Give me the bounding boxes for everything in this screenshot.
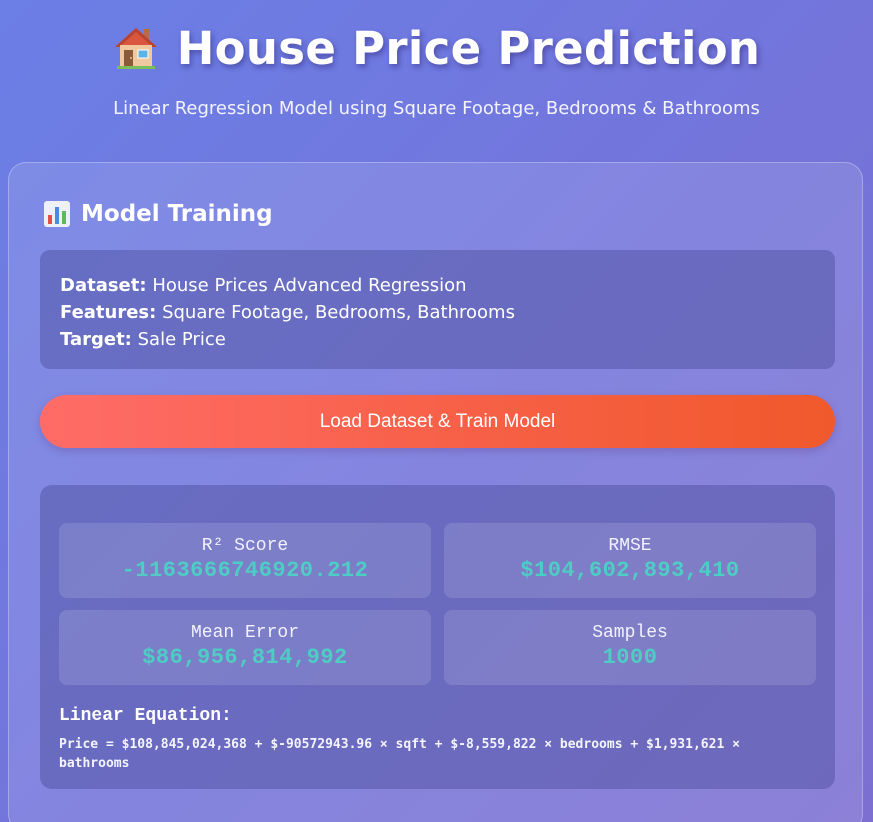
equation-title: Linear Equation: <box>59 706 232 726</box>
metric-value: 1000 <box>602 645 658 670</box>
target-line: Target: Sale Price <box>60 326 815 353</box>
title-row: House Price Prediction <box>0 18 873 78</box>
metric-card-mean-error: Mean Error $86,956,814,992 <box>59 610 431 685</box>
model-training-panel: Model Training Dataset: House Prices Adv… <box>8 162 863 822</box>
target-label: Target: <box>60 329 132 350</box>
page-header: House Price Prediction Linear Regression… <box>0 0 873 120</box>
bar-chart-icon <box>43 200 71 228</box>
target-value: Sale Price <box>137 329 226 350</box>
train-model-button[interactable]: Load Dataset & Train Model <box>40 395 835 448</box>
metric-value: -1163666746920.212 <box>121 558 369 583</box>
dataset-info-box: Dataset: House Prices Advanced Regressio… <box>40 250 835 369</box>
section-title-row: Model Training <box>43 200 273 228</box>
features-value: Square Footage, Bedrooms, Bathrooms <box>162 302 515 323</box>
metric-card-r2: R² Score -1163666746920.212 <box>59 523 431 598</box>
dataset-value: House Prices Advanced Regression <box>152 275 467 296</box>
page-title: House Price Prediction <box>176 21 761 75</box>
metric-label: RMSE <box>608 536 652 556</box>
metric-label: Mean Error <box>190 623 300 643</box>
features-line: Features: Square Footage, Bedrooms, Bath… <box>60 299 815 326</box>
metric-label: Samples <box>592 623 668 643</box>
results-box: R² Score -1163666746920.212 RMSE $104,60… <box>40 485 835 789</box>
metric-card-samples: Samples 1000 <box>444 610 816 685</box>
page-subtitle: Linear Regression Model using Square Foo… <box>113 98 760 119</box>
house-icon <box>113 25 159 71</box>
equation-text: Price = $108,845,024,368 + $-90572943.96… <box>59 737 740 771</box>
dataset-line: Dataset: House Prices Advanced Regressio… <box>60 272 815 299</box>
features-label: Features: <box>60 302 157 323</box>
metric-card-rmse: RMSE $104,602,893,410 <box>444 523 816 598</box>
metric-value: $86,956,814,992 <box>142 645 348 670</box>
dataset-label: Dataset: <box>60 275 147 296</box>
metric-value: $104,602,893,410 <box>520 558 740 583</box>
section-title: Model Training <box>81 201 273 227</box>
metric-label: R² Score <box>201 536 289 556</box>
